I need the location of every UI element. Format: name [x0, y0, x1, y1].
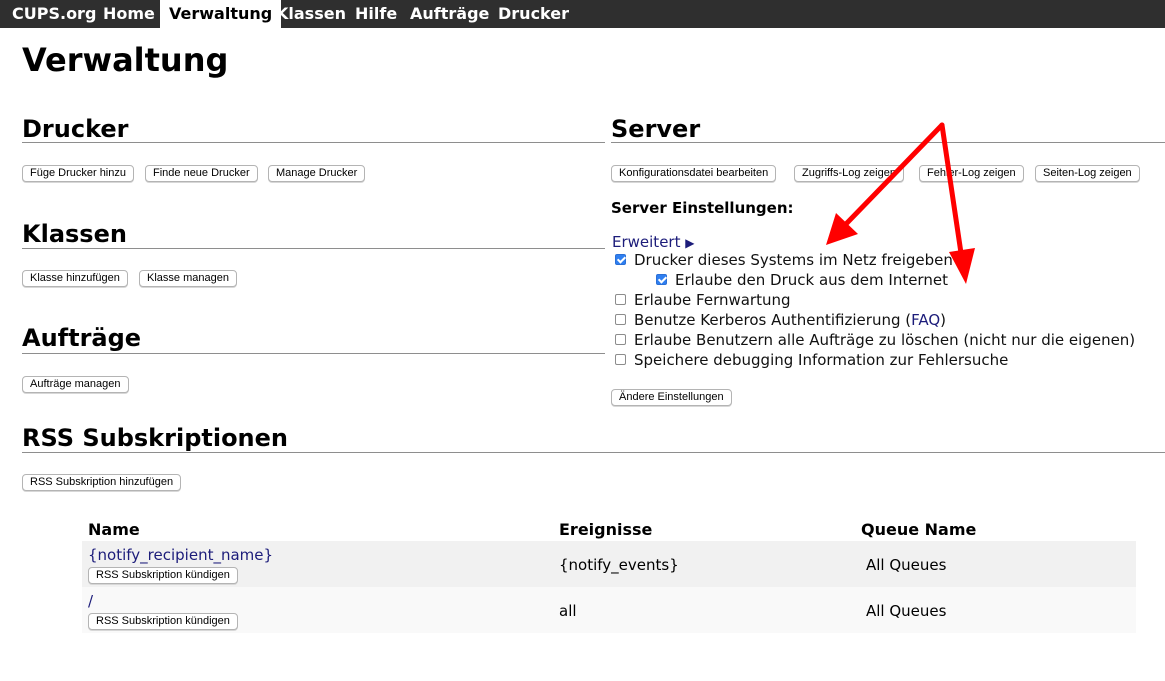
- annotation-arrow: [826, 122, 945, 245]
- annotation-arrows: [826, 122, 975, 284]
- annotation-arrow: [939, 122, 975, 284]
